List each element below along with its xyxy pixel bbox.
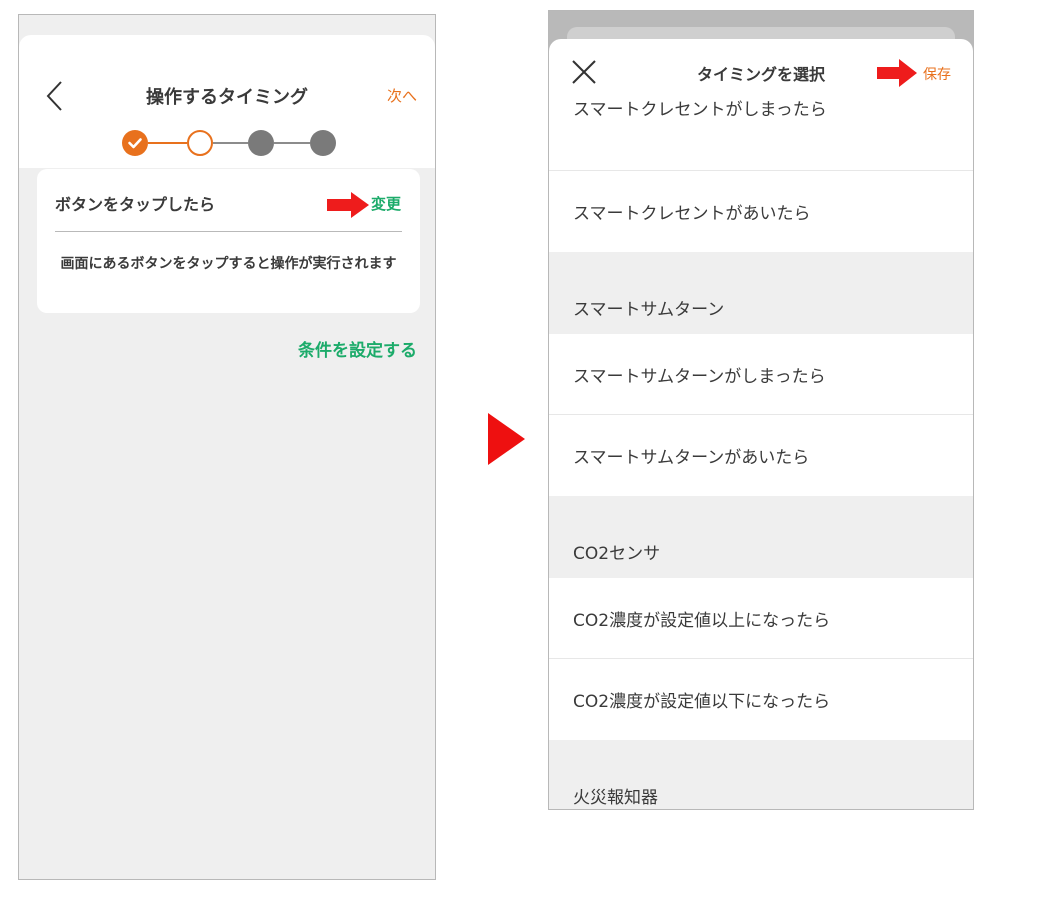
step-4-pending [310,130,336,156]
list-item-label: スマートクレセントがあいたら [573,204,811,224]
list-item-label: CO2濃度が設定値以上になったら [573,610,831,631]
list-item-label: CO2濃度が設定値以下になったら [573,692,831,712]
section-label: スマートサムターン [573,300,725,320]
list-item[interactable]: スマートサムターンがあいたら [549,415,973,496]
check-icon [128,138,142,149]
list-item-label: スマートクレセントがしまったら [573,100,827,120]
right-screen: タイミングを選択 保存 スマートクレセントがしまったら スマートクレセントがあい… [548,10,974,810]
red-arrow-icon [877,59,917,87]
section-label: 火災報知器 [573,788,658,808]
timing-select-sheet: タイミングを選択 保存 スマートクレセントがしまったら スマートクレセントがあい… [549,39,973,809]
set-condition-link[interactable]: 条件を設定する [298,336,417,361]
list-item[interactable]: スマートクレセントがしまったら [549,91,973,171]
list-item-label: スマートサムターンがあいたら [573,448,810,468]
save-button[interactable]: 保存 [923,64,951,84]
red-arrow-icon [327,192,369,218]
list-item[interactable]: CO2濃度が設定値以下になったら [549,659,973,740]
list-item-label: スマートサムターンがしまったら [573,366,826,387]
section-header: 火災報知器 [549,740,973,809]
step-3-pending [248,130,274,156]
list-item[interactable]: スマートクレセントがあいたら [549,171,973,252]
step-1-completed [122,130,148,156]
trigger-label: ボタンをタップしたら [55,195,216,214]
next-button[interactable]: 次へ [387,85,417,106]
play-triangle-icon [488,413,525,465]
step-indicator [122,130,338,158]
trigger-description: 画面にあるボタンをタップすると操作が実行されます [60,256,397,272]
trigger-card: ボタンをタップしたら 変更 画面にあるボタンをタップすると操作が実行されます [37,169,420,313]
left-header: 操作するタイミング 次へ [19,35,435,168]
step-connector [213,142,248,144]
page-title: 操作するタイミング [146,87,308,108]
step-connector [274,142,310,144]
list-item[interactable]: スマートサムターンがしまったら [549,334,973,415]
step-connector [148,142,187,144]
step-2-current [187,130,213,156]
section-label: CO2センサ [573,544,661,564]
section-header: CO2センサ [549,496,973,578]
list-item[interactable]: CO2濃度が設定値以上になったら [549,578,973,659]
timing-list: スマートクレセントがしまったら スマートクレセントがあいたら スマートサムターン… [549,91,973,809]
section-header: スマートサムターン [549,252,973,334]
divider [55,231,402,232]
left-screen: 操作するタイミング 次へ ボタンをタップしたら 変更 画面にあるボタンをタップす… [18,14,436,880]
change-button[interactable]: 変更 [371,193,401,214]
